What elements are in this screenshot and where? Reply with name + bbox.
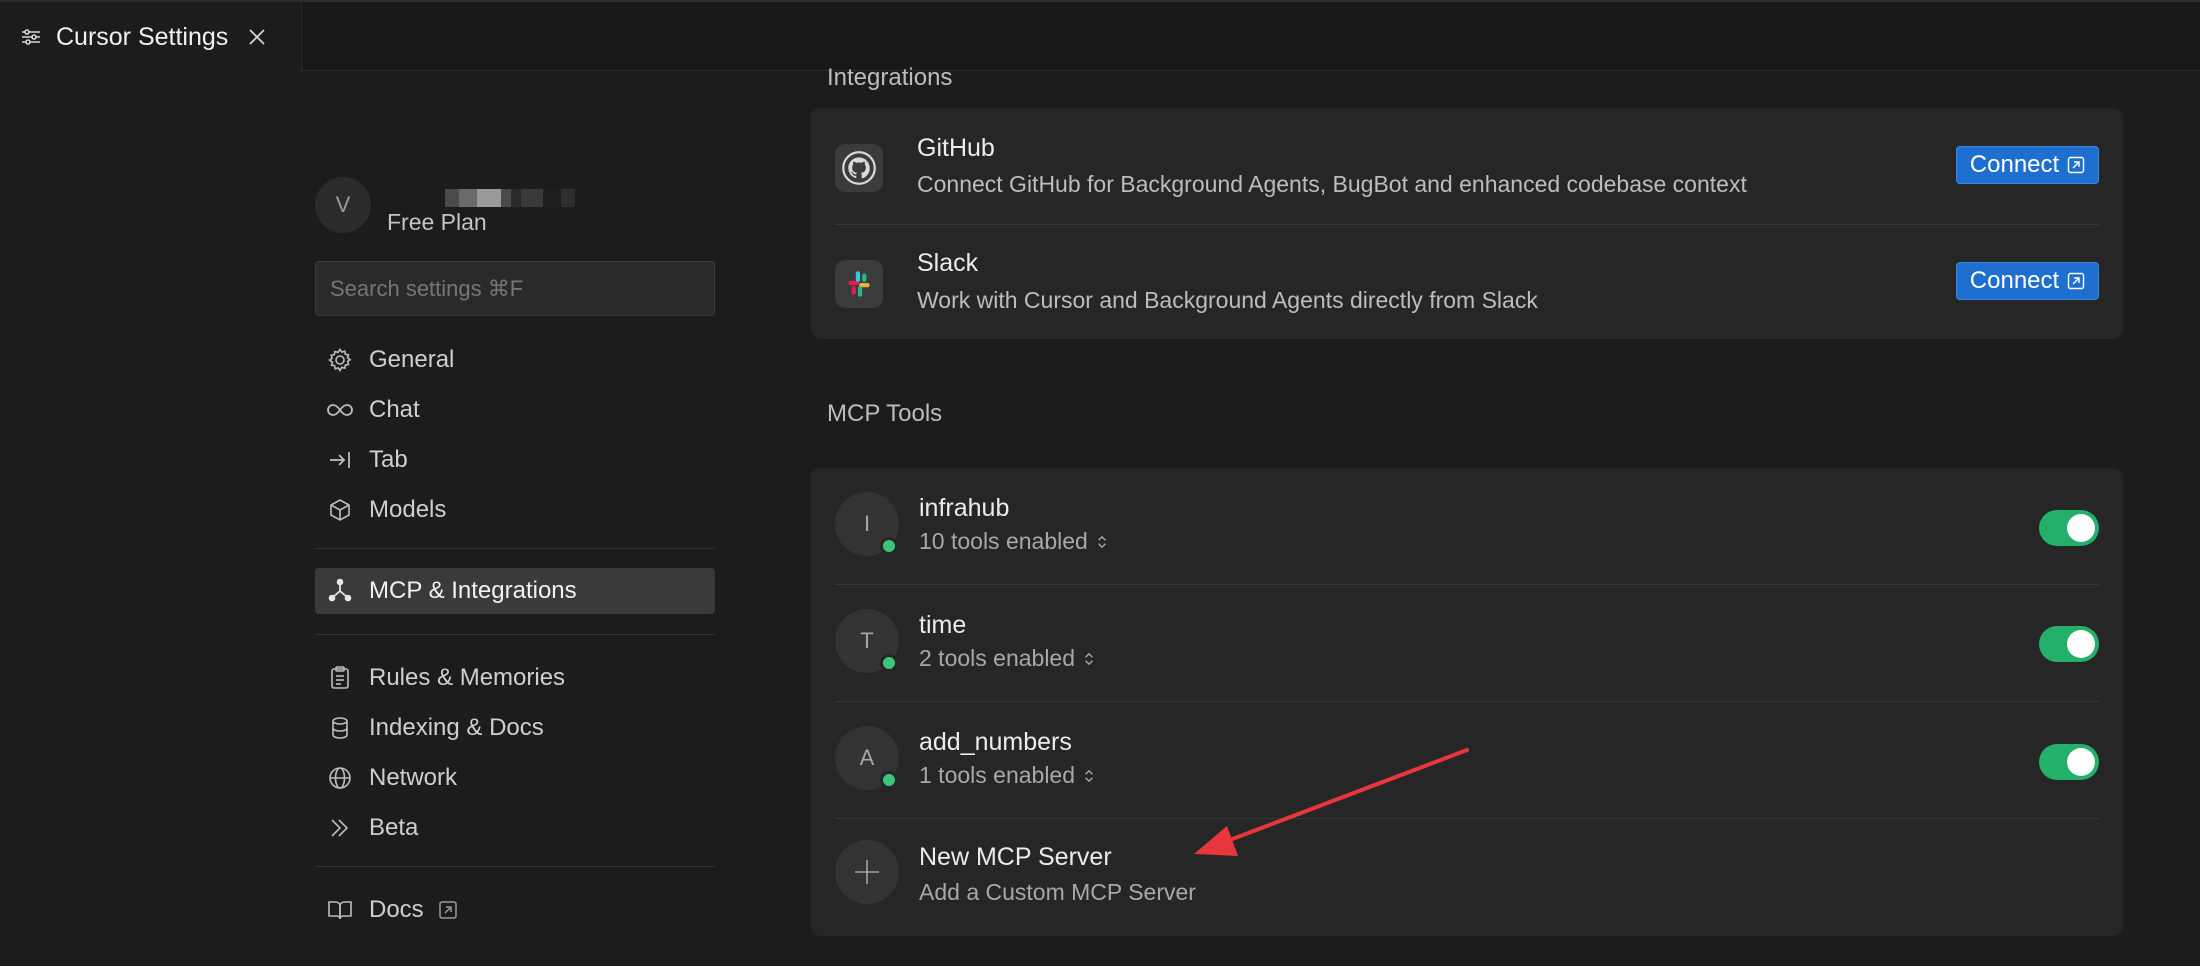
settings-sidebar: V Free Plan General Chat Tab [315, 71, 715, 966]
sidebar-item-label: Beta [369, 814, 419, 841]
sidebar-item-chat[interactable]: Chat [315, 387, 715, 433]
sidebar-item-label: Rules & Memories [369, 664, 566, 691]
server-name: add_numbers [919, 728, 1072, 756]
sidebar-item-label: Chat [369, 396, 420, 423]
tools-count: 2 tools enabled [919, 645, 1076, 671]
sidebar-item-models[interactable]: Models [315, 487, 715, 533]
sidebar-item-network[interactable]: Network [315, 755, 715, 801]
gear-icon [328, 348, 352, 373]
sidebar-divider [315, 548, 715, 549]
status-online-dot [880, 771, 898, 789]
sidebar-item-docs[interactable]: Docs [315, 887, 715, 933]
sidebar-item-general[interactable]: General [315, 337, 715, 383]
external-link-icon [2067, 156, 2085, 174]
toggle-knob [2067, 630, 2095, 658]
server-name: infrahub [919, 494, 1010, 522]
integration-description: Connect GitHub for Background Agents, Bu… [917, 171, 1747, 197]
server-enabled-toggle[interactable] [2039, 744, 2099, 780]
avatar[interactable]: V [315, 177, 371, 233]
connect-label: Connect [1969, 151, 2060, 178]
external-link-icon [2067, 272, 2085, 290]
mcp-server-row: T time 2 tools enabled [835, 585, 2099, 701]
tools-count: 1 tools enabled [919, 762, 1076, 788]
sliders-icon [22, 29, 40, 45]
arrow-to-line-icon [330, 452, 350, 468]
infinity-icon [327, 404, 353, 416]
chevron-updown-icon [1085, 652, 1093, 665]
slack-connect-button[interactable]: Connect [1956, 262, 2099, 300]
sidebar-item-label: Indexing & Docs [369, 714, 544, 741]
user-profile: V Free Plan [315, 173, 715, 243]
toggle-knob [2067, 514, 2095, 542]
sidebar-item-label: Docs [369, 896, 424, 923]
mcp-tools-card: I infrahub 10 tools enabled T time 2 too… [811, 468, 2123, 936]
sidebar-item-label: Tab [369, 446, 408, 473]
sidebar-item-label: Models [369, 496, 447, 523]
mcp-server-row: I infrahub 10 tools enabled [835, 468, 2099, 584]
integration-row-github: GitHub Connect GitHub for Background Age… [835, 108, 2099, 224]
sidebar-item-beta[interactable]: Beta [315, 805, 715, 851]
github-connect-button[interactable]: Connect [1956, 146, 2099, 184]
sidebar-item-rules-memories[interactable]: Rules & Memories [315, 655, 715, 701]
sidebar-item-label: MCP & Integrations [369, 577, 577, 604]
integration-name: Slack [917, 249, 979, 277]
cube-icon [330, 499, 350, 521]
globe-icon [329, 767, 351, 789]
integrations-card: GitHub Connect GitHub for Background Age… [811, 108, 2123, 339]
new-server-title: New MCP Server [919, 843, 1112, 871]
tools-enabled-selector[interactable]: 1 tools enabled [919, 762, 1095, 789]
close-icon[interactable] [246, 26, 268, 48]
plan-label: Free Plan [387, 209, 487, 235]
sidebar-divider [315, 634, 715, 635]
integration-name: GitHub [917, 134, 995, 162]
tab-title: Cursor Settings [56, 22, 229, 51]
integration-row-slack: Slack Work with Cursor and Background Ag… [835, 225, 2099, 339]
mcp-tools-title: MCP Tools [827, 400, 943, 427]
status-online-dot [880, 654, 898, 672]
sidebar-item-mcp-integrations[interactable]: MCP & Integrations [315, 568, 715, 614]
database-icon [332, 717, 348, 739]
search-input[interactable] [315, 261, 715, 316]
plus-icon [835, 840, 899, 904]
new-server-subtitle: Add a Custom MCP Server [919, 879, 1196, 906]
server-enabled-toggle[interactable] [2039, 510, 2099, 546]
connect-label: Connect [1969, 267, 2060, 294]
slack-icon [835, 260, 883, 308]
toggle-knob [2067, 748, 2095, 776]
tools-enabled-selector[interactable]: 10 tools enabled [919, 528, 1108, 555]
integrations-title: Integrations [827, 64, 953, 91]
book-icon [328, 901, 352, 920]
sidebar-item-label: Network [369, 764, 458, 791]
double-chevron-right-icon [331, 819, 349, 837]
clipboard-icon [331, 666, 349, 689]
github-icon [835, 144, 883, 192]
server-name: time [919, 611, 967, 639]
sidebar-item-tab[interactable]: Tab [315, 437, 715, 483]
tools-count: 10 tools enabled [919, 528, 1088, 554]
new-server-subtitle-text: Add a Custom MCP Server [919, 879, 1196, 905]
tools-enabled-selector[interactable]: 2 tools enabled [919, 645, 1095, 672]
chevron-updown-icon [1085, 769, 1093, 782]
network-nodes-icon [328, 578, 352, 602]
sidebar-divider [315, 866, 715, 867]
redacted-username [445, 189, 575, 207]
tab-bar: Cursor Settings [0, 2, 2200, 72]
server-enabled-toggle[interactable] [2039, 626, 2099, 662]
sidebar-item-indexing-docs[interactable]: Indexing & Docs [315, 705, 715, 751]
mcp-server-row: A add_numbers 1 tools enabled [835, 702, 2099, 818]
status-online-dot [880, 537, 898, 555]
integration-description: Work with Cursor and Background Agents d… [917, 287, 1538, 313]
external-link-icon [438, 901, 457, 919]
sidebar-item-label: General [369, 346, 455, 373]
new-mcp-server-button[interactable]: New MCP Server Add a Custom MCP Server [835, 819, 2099, 935]
tab-cursor-settings[interactable]: Cursor Settings [0, 2, 302, 72]
chevron-updown-icon [1097, 535, 1106, 548]
